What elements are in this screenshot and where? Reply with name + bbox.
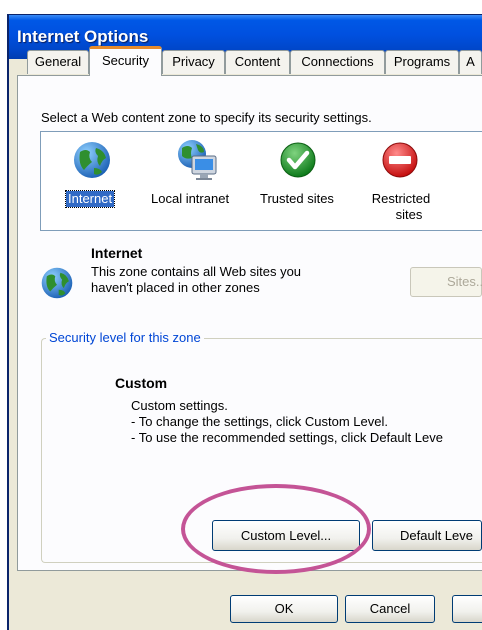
zone-local-intranet[interactable]: Local intranet bbox=[151, 191, 229, 207]
tab-content[interactable]: Content bbox=[225, 50, 290, 74]
zone-trusted-sites[interactable]: Trusted sites bbox=[260, 191, 334, 207]
zone-restricted-sites[interactable]: Restricted sites bbox=[370, 191, 432, 223]
zone-description-line2: haven't placed in other zones bbox=[91, 280, 260, 295]
security-level-line2: - To change the settings, click Custom L… bbox=[131, 414, 388, 429]
apply-button[interactable] bbox=[452, 595, 482, 623]
intranet-icon[interactable] bbox=[176, 138, 220, 182]
no-entry-icon[interactable] bbox=[381, 141, 419, 179]
zone-restricted-label-line1: Restricted bbox=[371, 191, 431, 206]
sites-button[interactable]: Sites... bbox=[410, 267, 482, 297]
cancel-button[interactable]: Cancel bbox=[345, 595, 435, 623]
tab-programs[interactable]: Programs bbox=[385, 50, 459, 74]
security-level-line3: - To use the recommended settings, click… bbox=[131, 430, 443, 445]
zone-internet[interactable]: Internet bbox=[64, 190, 116, 208]
internet-zone-icon bbox=[41, 267, 73, 299]
ok-button[interactable]: OK bbox=[230, 595, 338, 623]
window-title: Internet Options bbox=[17, 27, 149, 46]
tab-security[interactable]: Security bbox=[89, 46, 162, 76]
zone-description-line1: This zone contains all Web sites you bbox=[91, 264, 302, 279]
tab-general[interactable]: General bbox=[27, 50, 89, 74]
security-level-title: Custom bbox=[115, 375, 168, 391]
tab-connections[interactable]: Connections bbox=[290, 50, 385, 74]
default-level-button[interactable]: Default Leve bbox=[372, 520, 482, 551]
tab-privacy[interactable]: Privacy bbox=[162, 50, 225, 74]
highlight-circle bbox=[181, 484, 371, 574]
globe-icon[interactable] bbox=[72, 140, 112, 180]
tab-advanced[interactable]: A bbox=[459, 50, 482, 74]
zone-instruction: Select a Web content zone to specify its… bbox=[41, 110, 372, 125]
zone-restricted-label-line2: sites bbox=[395, 207, 423, 222]
security-level-line1: Custom settings. bbox=[131, 398, 228, 413]
zone-name: Internet bbox=[91, 245, 143, 261]
checkmark-icon[interactable] bbox=[279, 141, 317, 179]
security-level-label: Security level for this zone bbox=[46, 330, 204, 345]
